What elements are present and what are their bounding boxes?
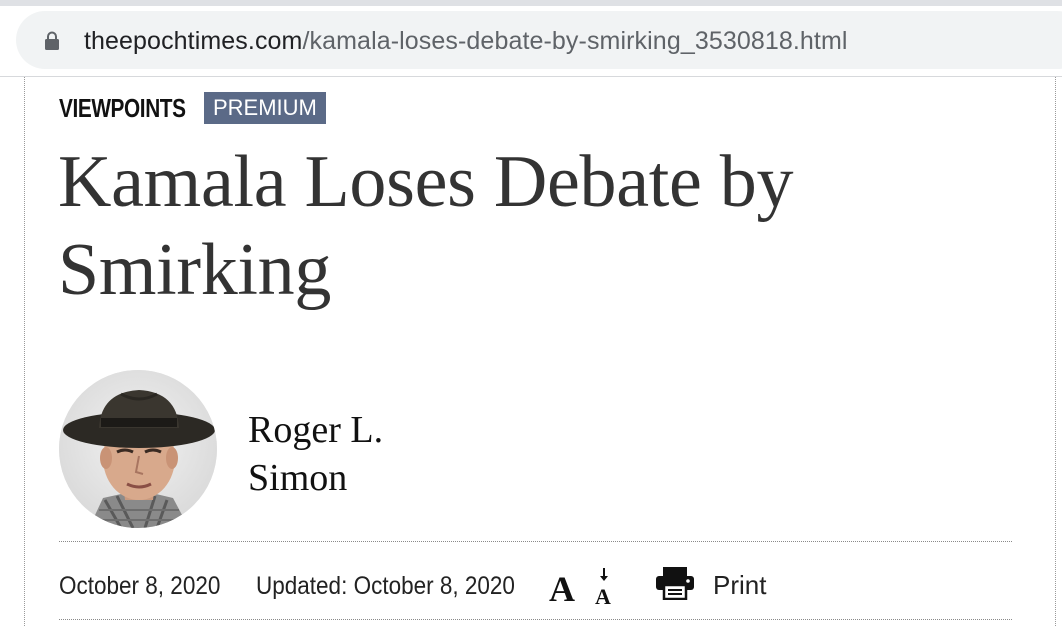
browser-tab-strip	[0, 0, 1062, 6]
address-bar[interactable]: theepochtimes.com/kamala-loses-debate-by…	[16, 11, 1062, 69]
publish-date: October 8, 2020	[59, 572, 221, 600]
print-button[interactable]: Print	[713, 570, 766, 600]
url-path: /kamala-loses-debate-by-smirking_3530818…	[302, 27, 848, 55]
font-size-icon[interactable]: A A	[549, 566, 621, 606]
byline-divider-top	[59, 541, 1012, 542]
article-meta-bar: October 8, 2020 Updated: October 8, 2020…	[59, 562, 1012, 606]
author-avatar[interactable]	[59, 370, 217, 528]
lock-icon[interactable]	[44, 31, 60, 51]
printer-icon[interactable]	[655, 566, 695, 600]
svg-text:A: A	[549, 569, 575, 606]
section-link-viewpoints[interactable]: VIEWPOINTS	[59, 93, 193, 124]
url-text[interactable]: theepochtimes.com/kamala-loses-debate-by…	[84, 26, 848, 56]
byline-divider-bottom	[59, 619, 1012, 620]
browser-page: theepochtimes.com/kamala-loses-debate-by…	[0, 0, 1062, 626]
article-title: Kamala Loses Debate by Smirking	[58, 141, 794, 311]
svg-text:A: A	[595, 584, 611, 606]
url-domain: theepochtimes.com	[84, 27, 303, 55]
author-name-link[interactable]: Roger L. Simon	[248, 406, 468, 502]
author-photo	[59, 370, 217, 528]
section-header: VIEWPOINTS PREMIUM	[59, 92, 326, 124]
updated-date: Updated: October 8, 2020	[256, 572, 515, 600]
premium-badge: PREMIUM	[204, 92, 326, 124]
